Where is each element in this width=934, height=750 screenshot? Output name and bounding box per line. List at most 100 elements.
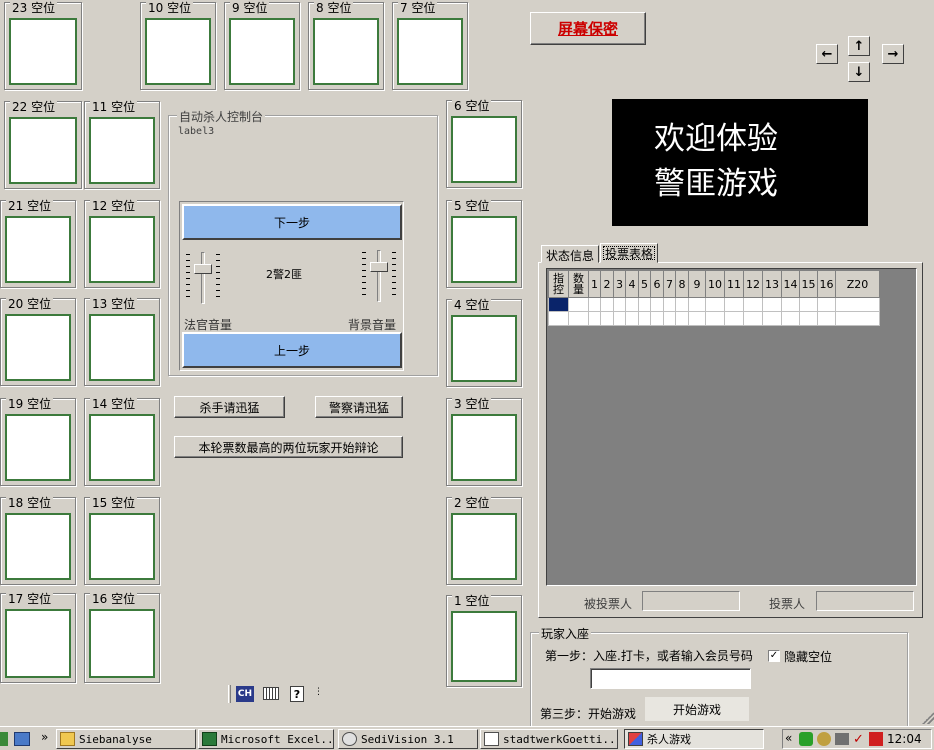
col-header[interactable]: 2 bbox=[600, 270, 614, 298]
table-cell[interactable] bbox=[799, 297, 818, 312]
table-cell[interactable] bbox=[781, 297, 800, 312]
screen-secret-button[interactable]: 屏幕保密 bbox=[530, 12, 646, 45]
table-cell[interactable] bbox=[600, 297, 614, 312]
seat-17[interactable]: 17 空位 bbox=[0, 593, 76, 683]
seat-13[interactable]: 13 空位 bbox=[84, 298, 160, 386]
tray-green-icon[interactable] bbox=[799, 732, 813, 746]
task-sedivision[interactable]: SediVision 3.1 bbox=[338, 729, 478, 749]
col-header[interactable]: 10 bbox=[705, 270, 725, 298]
seat-8[interactable]: 8 空位 bbox=[308, 2, 384, 90]
tab-vote[interactable]: 投票表格 bbox=[600, 243, 659, 263]
tray-app-icon[interactable] bbox=[869, 732, 883, 746]
table-cell[interactable] bbox=[613, 311, 626, 326]
task-stadtwerk[interactable]: stadtwerkGoetti... bbox=[480, 729, 618, 749]
slider-thumb[interactable] bbox=[194, 264, 212, 274]
arrow-up-button[interactable]: ↑ bbox=[848, 36, 870, 56]
seat-area[interactable] bbox=[313, 18, 379, 85]
col-header[interactable]: 15 bbox=[799, 270, 818, 298]
table-cell[interactable] bbox=[688, 297, 706, 312]
judge-volume-slider[interactable] bbox=[186, 250, 220, 306]
table-cell[interactable] bbox=[650, 297, 664, 312]
table-row[interactable] bbox=[548, 297, 880, 312]
seat-area[interactable] bbox=[89, 117, 155, 184]
seat-16[interactable]: 16 空位 bbox=[84, 593, 160, 683]
help-icon[interactable]: ? bbox=[290, 686, 304, 702]
task-siebanalyse[interactable]: Siebanalyse bbox=[56, 729, 196, 749]
police-fast-button[interactable]: 警察请迅猛 bbox=[315, 396, 403, 418]
table-cell[interactable] bbox=[817, 297, 836, 312]
table-cell[interactable] bbox=[588, 311, 601, 326]
table-cell[interactable] bbox=[705, 311, 725, 326]
table-cell[interactable] bbox=[613, 297, 626, 312]
table-row[interactable] bbox=[548, 311, 880, 326]
table-cell[interactable] bbox=[588, 297, 601, 312]
table-cell[interactable] bbox=[568, 297, 589, 312]
seat-area[interactable] bbox=[89, 314, 155, 381]
table-cell[interactable] bbox=[762, 297, 782, 312]
table-cell[interactable] bbox=[625, 311, 639, 326]
table-cell[interactable] bbox=[705, 297, 725, 312]
seat-area[interactable] bbox=[89, 216, 155, 283]
seat-11[interactable]: 11 空位 bbox=[84, 101, 160, 189]
table-cell[interactable] bbox=[638, 311, 651, 326]
ime-handle[interactable] bbox=[228, 685, 231, 703]
table-cell[interactable] bbox=[781, 311, 800, 326]
table-cell[interactable] bbox=[650, 311, 664, 326]
tray-network-icon[interactable] bbox=[817, 732, 831, 746]
table-cell[interactable] bbox=[799, 311, 818, 326]
seat-area[interactable] bbox=[89, 609, 155, 678]
tray-printer-icon[interactable] bbox=[835, 733, 849, 745]
table-cell[interactable] bbox=[548, 297, 569, 312]
seat-area[interactable] bbox=[5, 314, 71, 381]
table-cell[interactable] bbox=[743, 311, 763, 326]
arrow-right-button[interactable]: → bbox=[882, 44, 904, 64]
table-cell[interactable] bbox=[600, 311, 614, 326]
tray-chart-icon[interactable]: ✓ bbox=[853, 732, 864, 747]
table-cell[interactable] bbox=[688, 311, 706, 326]
col-header[interactable]: 4 bbox=[625, 270, 639, 298]
seat-area[interactable] bbox=[89, 414, 155, 481]
table-cell[interactable] bbox=[638, 297, 651, 312]
seat-18[interactable]: 18 空位 bbox=[0, 497, 76, 585]
col-header[interactable]: 11 bbox=[724, 270, 744, 298]
quicklaunch-chevron[interactable]: » bbox=[41, 730, 48, 744]
vote-table[interactable]: 指控 数量 1 2 3 4 5 6 7 8 9 10 11 12 13 14 15 16 Z20 bbox=[548, 270, 880, 326]
desktop-icon[interactable] bbox=[14, 732, 30, 746]
arrow-left-button[interactable]: ← bbox=[816, 44, 838, 64]
seat-6[interactable]: 6 空位 bbox=[446, 100, 522, 188]
tab-status[interactable]: 状态信息 bbox=[541, 245, 600, 263]
seat-1[interactable]: 1 空位 bbox=[446, 595, 522, 687]
debate-button[interactable]: 本轮票数最高的两位玩家开始辩论 bbox=[174, 436, 403, 458]
col-header-control[interactable]: 指控 bbox=[548, 270, 569, 298]
seat-5[interactable]: 5 空位 bbox=[446, 200, 522, 288]
seat-area[interactable] bbox=[89, 513, 155, 580]
seat-area[interactable] bbox=[229, 18, 295, 85]
col-header[interactable]: 14 bbox=[781, 270, 800, 298]
seat-14[interactable]: 14 空位 bbox=[84, 398, 160, 486]
seat-15[interactable]: 15 空位 bbox=[84, 497, 160, 585]
seat-7[interactable]: 7 空位 bbox=[392, 2, 468, 90]
seat-area[interactable] bbox=[451, 116, 517, 183]
seat-area[interactable] bbox=[145, 18, 211, 85]
col-header[interactable]: 1 bbox=[588, 270, 601, 298]
col-header[interactable]: 12 bbox=[743, 270, 763, 298]
table-cell[interactable] bbox=[675, 297, 689, 312]
seat-4[interactable]: 4 空位 bbox=[446, 299, 522, 387]
hide-empty-label[interactable]: 隐藏空位 bbox=[784, 648, 832, 665]
seat-area[interactable] bbox=[5, 609, 71, 678]
seat-area[interactable] bbox=[451, 216, 517, 283]
seat-22[interactable]: 22 空位 bbox=[4, 101, 82, 189]
col-header[interactable]: 7 bbox=[663, 270, 676, 298]
col-header[interactable]: 8 bbox=[675, 270, 689, 298]
col-header[interactable]: Z20 bbox=[835, 270, 880, 298]
seat-3[interactable]: 3 空位 bbox=[446, 398, 522, 486]
table-cell[interactable] bbox=[663, 297, 676, 312]
table-cell[interactable] bbox=[835, 311, 880, 326]
seat-area[interactable] bbox=[5, 513, 71, 580]
table-cell[interactable] bbox=[568, 311, 589, 326]
table-cell[interactable] bbox=[835, 297, 880, 312]
slider-thumb[interactable] bbox=[370, 262, 388, 272]
seat-2[interactable]: 2 空位 bbox=[446, 497, 522, 585]
col-header[interactable]: 6 bbox=[650, 270, 664, 298]
table-cell[interactable] bbox=[724, 297, 744, 312]
